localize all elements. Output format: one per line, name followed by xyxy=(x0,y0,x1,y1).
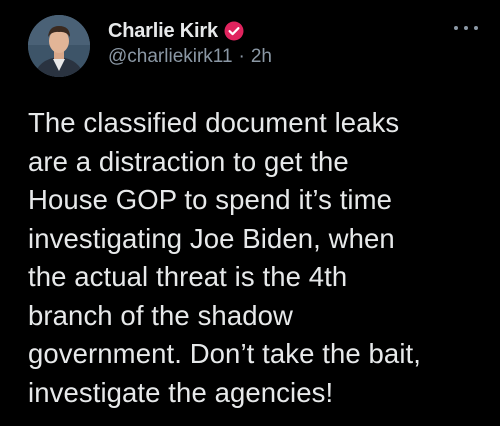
author-meta-row: @charliekirk11 · 2h xyxy=(108,46,272,68)
profile-photo xyxy=(28,15,90,77)
author-display-name[interactable]: Charlie Kirk xyxy=(108,20,218,43)
author-name-row: Charlie Kirk xyxy=(108,18,244,44)
verified-badge-icon xyxy=(224,21,244,41)
tweet-text-line: The classified document leaks xyxy=(28,107,400,138)
tweet-text-line: investigate the agencies! xyxy=(28,376,334,408)
more-dot xyxy=(474,26,478,30)
meta-separator: · xyxy=(238,46,245,67)
tweet-text-line: are a distraction to get the xyxy=(28,145,349,177)
tweet-timestamp[interactable]: 2h xyxy=(251,46,272,68)
tweet-text-line: the actual threat is the 4th xyxy=(28,261,348,292)
avatar[interactable] xyxy=(28,15,90,77)
more-dot xyxy=(464,26,468,30)
tweet-text-line: government. Don’t take the bait, xyxy=(28,338,422,369)
tweet-card: Charlie Kirk @charliekirk11 · 2h The cla… xyxy=(0,0,500,426)
tweet-text-line: investigating Joe Biden, when xyxy=(28,222,395,254)
more-dot xyxy=(454,26,458,30)
tweet-text-line: House GOP to spend it’s time xyxy=(28,184,393,215)
author-handle[interactable]: @charliekirk11 xyxy=(108,46,233,68)
more-options-icon[interactable] xyxy=(454,22,478,34)
tweet-text-line: branch of the shadow xyxy=(28,299,293,331)
tweet-body: The classified document leaks are a dist… xyxy=(28,104,488,412)
